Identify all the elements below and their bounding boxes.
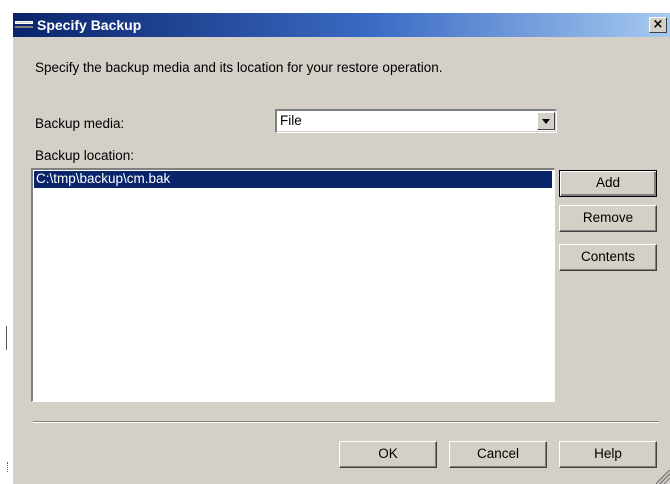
backup-media-select[interactable]: File [275, 109, 557, 133]
title-bar[interactable]: Specify Backup × [13, 13, 670, 37]
add-button[interactable]: Add [559, 170, 657, 197]
window-title: Specify Backup [37, 17, 142, 33]
footer-separator-highlight [33, 422, 659, 423]
backup-media-label: Backup media: [35, 116, 125, 131]
cancel-button[interactable]: Cancel [449, 441, 547, 468]
backup-location-list[interactable]: C:\tmp\backup\cm.bak [31, 168, 555, 402]
backup-media-value: File [280, 113, 302, 128]
background-dot [7, 462, 9, 472]
contents-button[interactable]: Contents [559, 244, 657, 271]
list-item[interactable]: C:\tmp\backup\cm.bak [34, 171, 552, 188]
close-button[interactable]: × [649, 17, 667, 33]
specify-backup-dialog: Specify Backup × Specify the backup medi… [12, 12, 670, 484]
ok-button[interactable]: OK [339, 441, 437, 468]
resize-grip-icon[interactable] [656, 470, 670, 484]
help-button[interactable]: Help [559, 441, 657, 468]
window-icon [15, 20, 35, 30]
background-strip [0, 0, 12, 484]
dropdown-arrow-icon[interactable] [537, 112, 555, 130]
background-mark [6, 326, 7, 350]
backup-location-label: Backup location: [35, 148, 135, 163]
remove-button[interactable]: Remove [559, 205, 657, 232]
instructions-text: Specify the backup media and its locatio… [35, 60, 443, 75]
